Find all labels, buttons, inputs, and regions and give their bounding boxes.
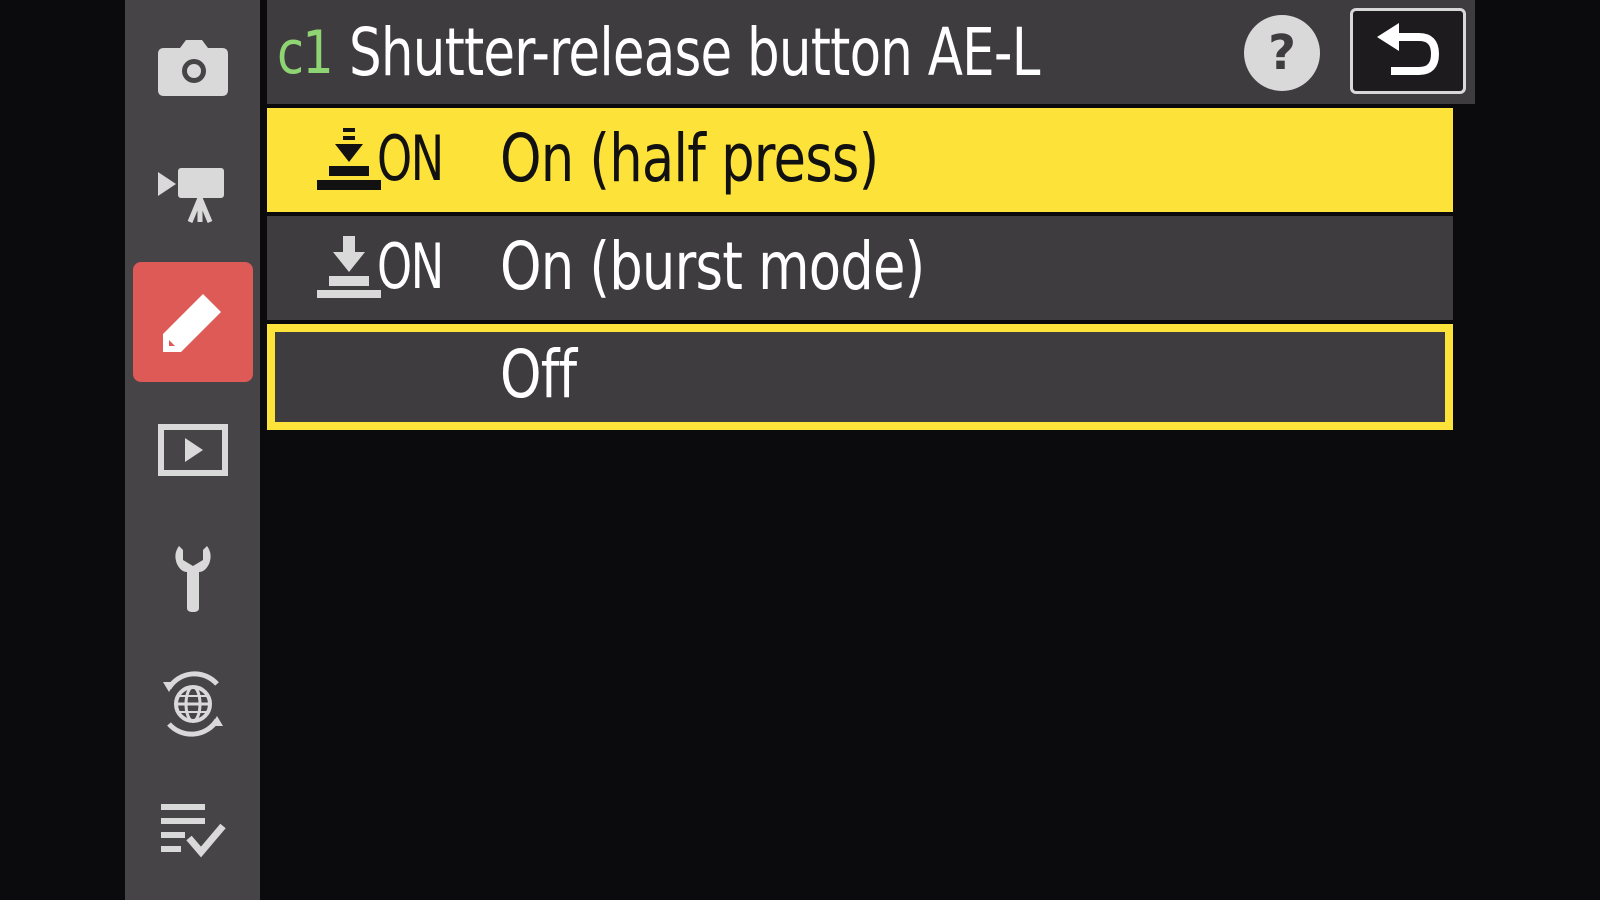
back-button[interactable]: [1350, 8, 1466, 94]
burst-mode-icon: [317, 236, 381, 298]
sidebar-item-playback[interactable]: [133, 390, 253, 510]
option-label: On (half press): [500, 120, 879, 197]
return-arrow-icon: [1377, 23, 1439, 75]
camera-menu-screen: c1 Shutter-release button AE-L ? ON On (…: [0, 0, 1600, 900]
option-half-press[interactable]: ON On (half press): [267, 108, 1453, 212]
sidebar-item-setup[interactable]: [133, 518, 253, 638]
checklist-icon: [161, 804, 226, 858]
menu-sidebar: [125, 0, 260, 900]
option-short-label: ON: [377, 122, 444, 195]
option-burst-mode[interactable]: ON On (burst mode): [267, 216, 1453, 320]
option-label: On (burst mode): [500, 228, 925, 305]
question-icon: ?: [1268, 25, 1296, 81]
movie-camera-icon: [158, 168, 224, 223]
sidebar-item-network[interactable]: [133, 644, 253, 764]
help-button[interactable]: ?: [1244, 15, 1320, 91]
option-label: Off: [500, 336, 577, 413]
option-short-label: ON: [377, 230, 444, 303]
page-title: Shutter-release button AE-L: [349, 14, 1040, 91]
sidebar-item-custom-settings[interactable]: [133, 262, 253, 382]
half-press-icon: [317, 128, 381, 190]
playback-icon: [158, 424, 228, 476]
sidebar-item-my-menu[interactable]: [133, 770, 253, 890]
menu-code: c1: [277, 18, 334, 88]
pencil-icon: [163, 294, 221, 352]
sidebar-item-photo-shooting[interactable]: [133, 8, 253, 128]
network-icon: [163, 671, 223, 737]
option-off[interactable]: Off: [267, 324, 1453, 430]
sidebar-item-movie-shooting[interactable]: [133, 136, 253, 256]
menu-header: c1 Shutter-release button AE-L ?: [267, 0, 1475, 104]
wrench-icon: [175, 546, 211, 612]
camera-icon: [158, 40, 228, 96]
